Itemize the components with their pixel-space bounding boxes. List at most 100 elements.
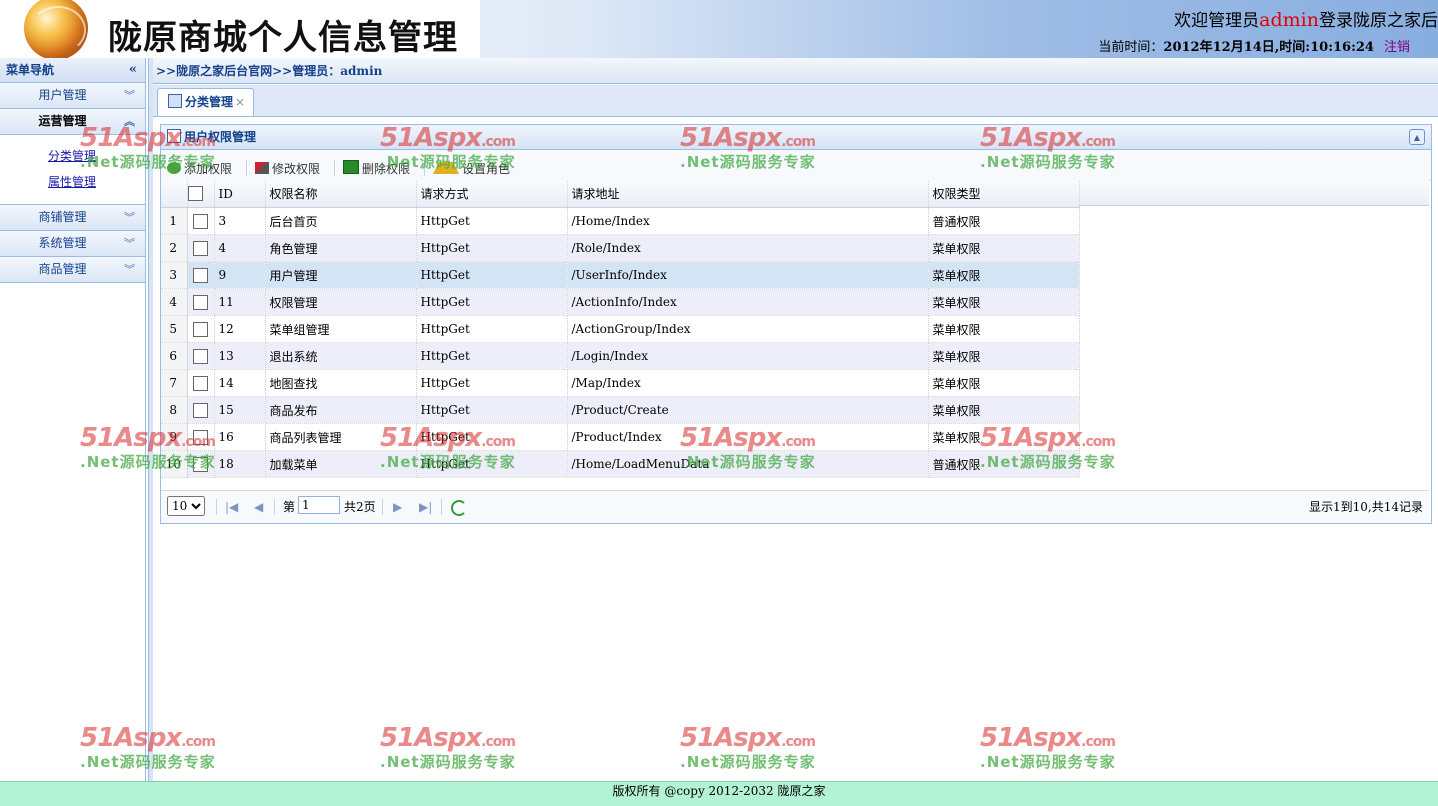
row-number: 7 (161, 369, 188, 397)
cell-id: 13 (214, 342, 266, 370)
cell-url: /Product/Create (567, 396, 929, 424)
role-icon (433, 150, 460, 174)
cell-method: HttpGet (416, 450, 568, 478)
cell-name: 用户管理 (265, 261, 417, 289)
table-row[interactable]: 2 4 角色管理 HttpGet /Role/Index 菜单权限 (161, 234, 1080, 262)
row-number: 4 (161, 288, 188, 316)
page-total: 共2页 (344, 500, 376, 514)
panel-icon (167, 129, 181, 143)
save-icon (168, 94, 182, 108)
page-size-select[interactable]: 10 (167, 496, 205, 516)
close-icon[interactable]: × (235, 95, 245, 109)
prev-page-icon[interactable]: ◀ (254, 491, 263, 523)
sidebar-item-attribute[interactable]: 属性管理 (0, 169, 145, 195)
cell-id: 18 (214, 450, 266, 478)
table-row[interactable]: 5 12 菜单组管理 HttpGet /ActionGroup/Index 菜单… (161, 315, 1080, 343)
chevron-down-icon: ︾ (124, 89, 135, 102)
cell-type: 菜单权限 (928, 396, 1080, 424)
table-row[interactable]: 10 18 加载菜单 HttpGet /Home/LoadMenuData 普通… (161, 450, 1080, 478)
collapse-sidebar-icon[interactable]: « (129, 58, 137, 82)
cell-type: 菜单权限 (928, 261, 1080, 289)
sidebar-group-product[interactable]: 商品管理 ︾ (0, 257, 145, 283)
cell-name: 地图查找 (265, 369, 417, 397)
table-row[interactable]: 1 3 后台首页 HttpGet /Home/Index 普通权限 (161, 207, 1080, 235)
cell-method: HttpGet (416, 207, 568, 235)
select-all-checkbox[interactable] (187, 180, 215, 208)
last-page-icon[interactable]: ▶| (419, 491, 432, 523)
cell-id: 14 (214, 369, 266, 397)
table-row[interactable]: 6 13 退出系统 HttpGet /Login/Index 菜单权限 (161, 342, 1080, 370)
page-number-input[interactable] (298, 496, 340, 514)
cell-url: /Map/Index (567, 369, 929, 397)
cell-url: /UserInfo/Index (567, 261, 929, 289)
cell-name: 后台首页 (265, 207, 417, 235)
sidebar-item-category[interactable]: 分类管理 (0, 143, 145, 169)
collapse-panel-icon[interactable]: ▲ (1409, 129, 1425, 145)
table-row[interactable]: 9 16 商品列表管理 HttpGet /Product/Index 菜单权限 (161, 423, 1080, 451)
pager-divider (441, 499, 442, 515)
sidebar-group-operation[interactable]: 运营管理 ︽ (0, 109, 145, 135)
column-header-method[interactable]: 请求方式 (416, 180, 568, 208)
cell-name: 权限管理 (265, 288, 417, 316)
cell-method: HttpGet (416, 369, 568, 397)
refresh-icon[interactable] (451, 500, 467, 516)
cell-url: /Product/Index (567, 423, 929, 451)
cell-type: 普通权限 (928, 450, 1080, 478)
row-checkbox[interactable] (187, 396, 215, 424)
page-prefix: 第 (283, 500, 296, 514)
row-checkbox[interactable] (187, 261, 215, 289)
logout-link[interactable]: 注销 (1384, 40, 1410, 55)
sidebar-group-user[interactable]: 用户管理 ︾ (0, 83, 145, 109)
footer: 版权所有 @copy 2012-2032 陇原之家 (0, 781, 1438, 806)
column-header-id[interactable]: ID (214, 180, 266, 208)
table-row[interactable]: 3 9 用户管理 HttpGet /UserInfo/Index 菜单权限 (161, 261, 1080, 289)
breadcrumb: >>陇原之家后台官网>>管理员：admin (153, 58, 1438, 84)
set-role-button[interactable]: 设置角色 (433, 150, 510, 184)
cell-id: 12 (214, 315, 266, 343)
table-row[interactable]: 8 15 商品发布 HttpGet /Product/Create 菜单权限 (161, 396, 1080, 424)
row-checkbox[interactable] (187, 423, 215, 451)
toolbar-divider (424, 160, 426, 176)
column-header-name[interactable]: 权限名称 (265, 180, 417, 208)
column-header-type[interactable]: 权限类型 (928, 180, 1080, 208)
first-page-icon[interactable]: |◀ (225, 491, 238, 523)
toolbar-divider (334, 160, 336, 176)
cell-type: 菜单权限 (928, 342, 1080, 370)
current-time: 当前时间：2012年12月14日,时间:10:16:24 注销 (1098, 40, 1410, 55)
row-checkbox[interactable] (187, 315, 215, 343)
column-header-url[interactable]: 请求地址 (567, 180, 929, 208)
tab-bar: 分类管理 × (153, 85, 1438, 117)
row-checkbox[interactable] (187, 234, 215, 262)
cell-type: 菜单权限 (928, 315, 1080, 343)
next-page-icon[interactable]: ▶ (393, 491, 402, 523)
chevron-up-icon: ︽ (124, 115, 135, 128)
row-checkbox[interactable] (187, 288, 215, 316)
row-checkbox[interactable] (187, 450, 215, 478)
row-checkbox[interactable] (187, 207, 215, 235)
toolbar-divider (246, 160, 248, 176)
cell-name: 菜单组管理 (265, 315, 417, 343)
cell-url: /Home/LoadMenuData (567, 450, 929, 478)
toolbar: 添加权限 修改权限 删除权限 设置角色 (161, 150, 1431, 181)
cell-name: 退出系统 (265, 342, 417, 370)
cell-id: 9 (214, 261, 266, 289)
row-checkbox[interactable] (187, 342, 215, 370)
table-row[interactable]: 7 14 地图查找 HttpGet /Map/Index 菜单权限 (161, 369, 1080, 397)
sidebar-group-system[interactable]: 系统管理 ︾ (0, 231, 145, 257)
chevron-down-icon: ︾ (124, 211, 135, 224)
cell-method: HttpGet (416, 288, 568, 316)
pagination-bar: 10 |◀ ◀ 第 共2页 ▶ ▶| 显示1到10,共14记录 (161, 490, 1429, 523)
layout-splitter[interactable] (148, 58, 153, 781)
tab-category[interactable]: 分类管理 × (157, 88, 255, 116)
cell-id: 11 (214, 288, 266, 316)
delete-icon (343, 160, 360, 174)
cell-url: /Role/Index (567, 234, 929, 262)
sidebar-group-shop[interactable]: 商铺管理 ︾ (0, 205, 145, 231)
row-number: 3 (161, 261, 188, 289)
row-checkbox[interactable] (187, 369, 215, 397)
panel-header: 用户权限管理 ▲ (161, 125, 1431, 150)
pager-divider (274, 499, 275, 515)
table-row[interactable]: 4 11 权限管理 HttpGet /ActionInfo/Index 菜单权限 (161, 288, 1080, 316)
cell-type: 普通权限 (928, 207, 1080, 235)
admin-name: admin (1259, 9, 1319, 31)
